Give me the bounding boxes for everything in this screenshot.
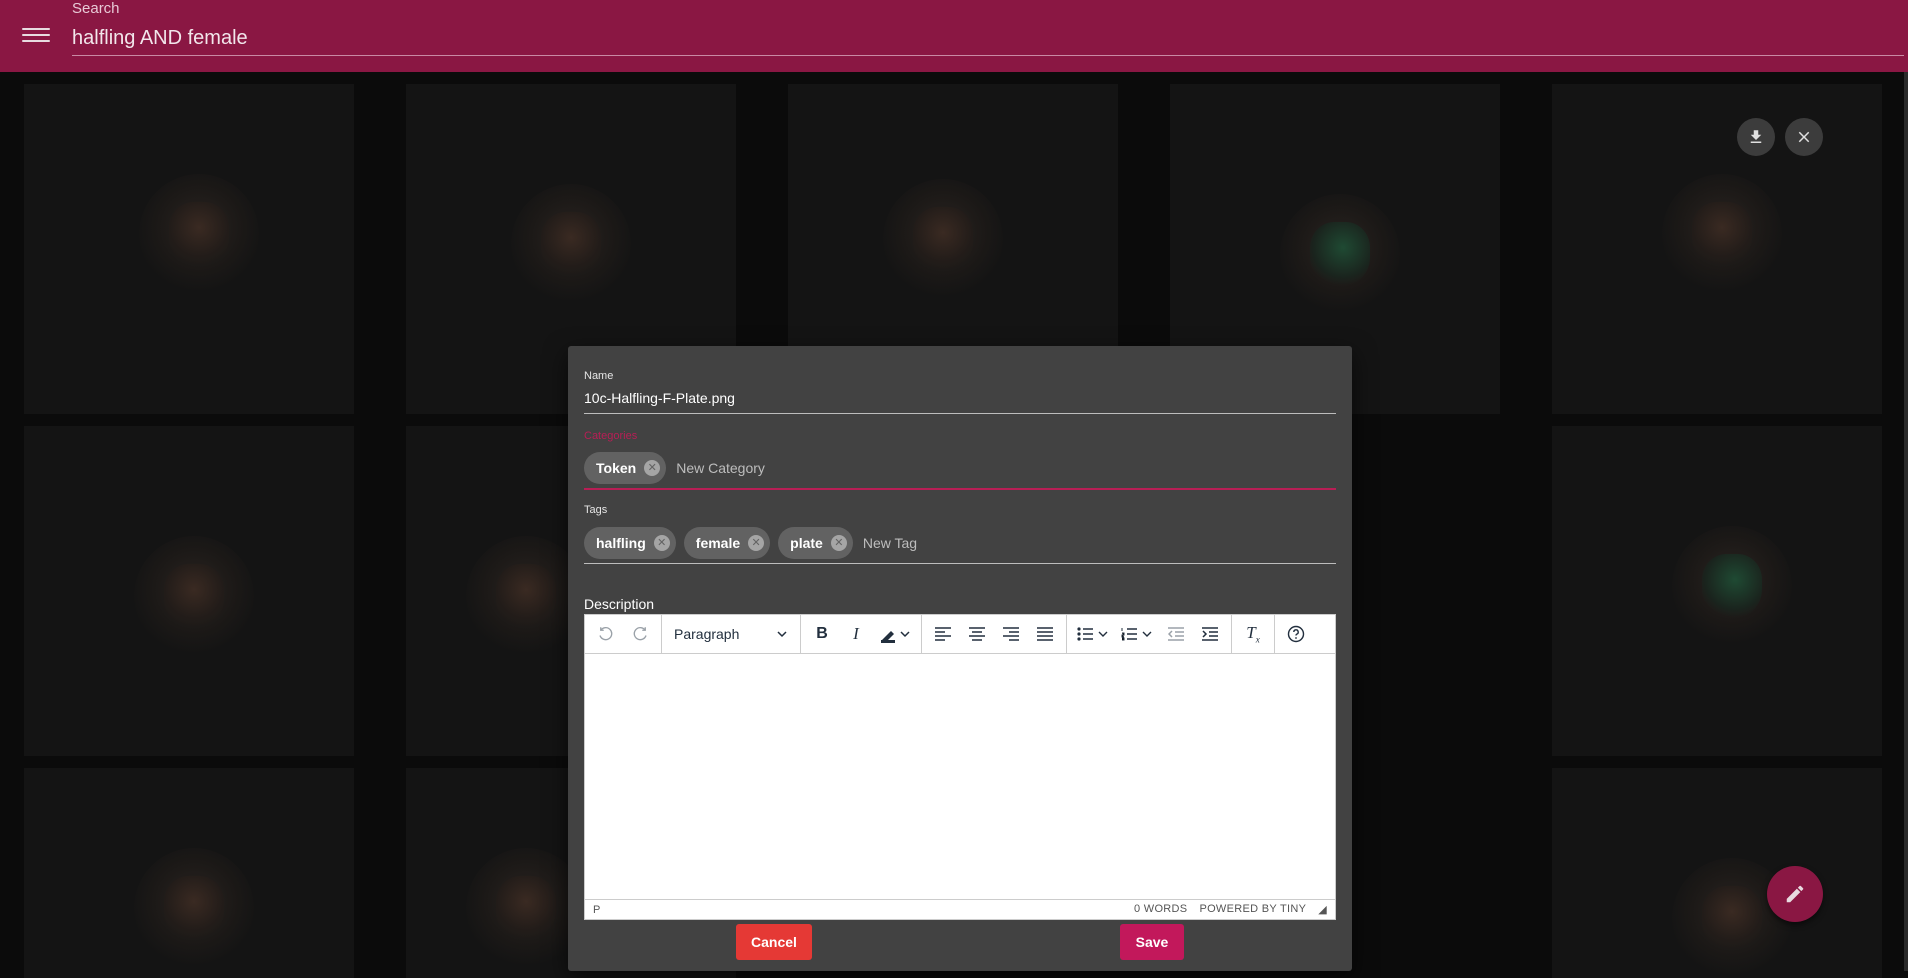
category-chip[interactable]: Token ✕ — [584, 452, 667, 484]
scrollbar[interactable] — [1904, 72, 1908, 971]
list-group — [1067, 615, 1232, 653]
save-button[interactable]: Save — [1120, 924, 1184, 960]
align-center-icon[interactable] — [960, 619, 994, 649]
remove-chip-icon[interactable]: ✕ — [830, 534, 847, 551]
format-group: B I — [801, 615, 922, 653]
remove-chip-icon[interactable]: ✕ — [653, 534, 670, 551]
align-left-icon[interactable] — [926, 619, 960, 649]
menu-icon[interactable] — [22, 24, 50, 48]
new-category-input[interactable] — [674, 459, 975, 477]
editor-statusbar: P 0 WORDS POWERED BY TINY ◢ — [585, 899, 1335, 919]
name-input[interactable]: 10c-Halfling-F-Plate.png — [584, 390, 1336, 414]
token-image — [1662, 174, 1782, 294]
categories-chip-row: Token ✕ — [584, 448, 1336, 490]
token-image — [134, 848, 254, 968]
name-field: Name 10c-Halfling-F-Plate.png — [584, 370, 1336, 414]
numbered-list-icon[interactable] — [1115, 619, 1159, 649]
token-image — [1672, 526, 1792, 646]
powered-by-link[interactable]: POWERED BY TINY — [1199, 903, 1306, 916]
remove-chip-icon[interactable]: ✕ — [748, 534, 765, 551]
align-justify-icon[interactable] — [1028, 619, 1062, 649]
block-format-select[interactable]: Paragraph — [666, 619, 796, 649]
bold-icon[interactable]: B — [805, 619, 839, 649]
name-label: Name — [584, 370, 614, 382]
block-format-value: Paragraph — [674, 626, 740, 642]
help-group — [1275, 615, 1317, 653]
chevron-down-icon — [777, 631, 787, 638]
grid-tile[interactable] — [1552, 426, 1882, 756]
grid-tile[interactable] — [1552, 84, 1882, 414]
clear-formatting-icon[interactable]: Tx — [1236, 619, 1270, 649]
tag-chip[interactable]: halfling ✕ — [584, 526, 676, 559]
resize-handle-icon[interactable]: ◢ — [1318, 903, 1327, 916]
grid-tile[interactable] — [24, 768, 354, 978]
outdent-icon[interactable] — [1159, 619, 1193, 649]
grid-tile[interactable] — [24, 84, 354, 414]
edit-image-dialog: Name 10c-Halfling-F-Plate.png Categories… — [568, 346, 1352, 971]
token-image — [134, 536, 254, 656]
word-count[interactable]: 0 WORDS — [1134, 903, 1187, 916]
search-input[interactable] — [72, 22, 1904, 56]
chip-label: Token — [596, 460, 637, 476]
italic-icon[interactable]: I — [839, 619, 873, 649]
grid-tile[interactable] — [1552, 768, 1882, 978]
tag-chip[interactable]: plate ✕ — [778, 526, 853, 559]
token-image — [883, 179, 1003, 299]
align-right-icon[interactable] — [994, 619, 1028, 649]
token-image — [139, 174, 259, 294]
editor-toolbar: Paragraph B I Tx — [585, 615, 1335, 654]
download-icon[interactable] — [1737, 118, 1775, 156]
cancel-button[interactable]: Cancel — [736, 924, 812, 960]
pencil-icon — [1786, 885, 1804, 903]
grid-tile[interactable] — [24, 426, 354, 756]
description-label: Description — [584, 596, 655, 612]
search-label: Search — [72, 0, 120, 17]
clear-group: Tx — [1232, 615, 1275, 653]
block-group: Paragraph — [662, 615, 801, 653]
chip-label: plate — [790, 534, 823, 551]
align-group — [922, 615, 1067, 653]
rich-text-editor: Paragraph B I Tx P 0 WORDS POWERED BY TI… — [584, 614, 1336, 920]
highlight-color-icon[interactable] — [873, 619, 917, 649]
bullet-list-icon[interactable] — [1071, 619, 1115, 649]
chip-label: female — [695, 534, 741, 551]
close-icon[interactable] — [1785, 118, 1823, 156]
chip-label: halfling — [596, 534, 646, 551]
token-image — [1280, 194, 1400, 314]
token-image — [511, 184, 631, 304]
help-icon[interactable] — [1279, 619, 1313, 649]
tag-chip[interactable]: female ✕ — [683, 526, 771, 559]
history-group — [585, 615, 662, 653]
redo-icon[interactable] — [623, 619, 657, 649]
element-path[interactable]: P — [593, 904, 600, 916]
tags-label: Tags — [584, 504, 608, 516]
edit-fab-button[interactable] — [1767, 866, 1823, 922]
remove-chip-icon[interactable]: ✕ — [644, 460, 661, 476]
tags-field: Tags halfling ✕ female ✕ plate ✕ — [584, 504, 1336, 564]
new-tag-input[interactable] — [860, 533, 1161, 552]
categories-field: Categories Token ✕ — [584, 430, 1336, 490]
tags-chip-row: halfling ✕ female ✕ plate ✕ — [584, 522, 1336, 564]
app-bar: Search — [0, 0, 1908, 72]
undo-icon[interactable] — [589, 619, 623, 649]
editor-content-area[interactable] — [585, 654, 1335, 898]
categories-label: Categories — [584, 430, 638, 442]
indent-icon[interactable] — [1193, 619, 1227, 649]
